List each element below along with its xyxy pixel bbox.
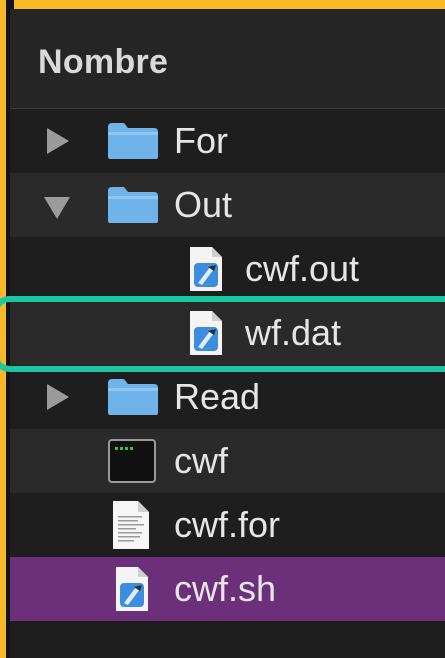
list-item-label: cwf <box>174 440 228 481</box>
list-item-label: Out <box>174 184 233 225</box>
xcode-document-icon <box>190 247 222 291</box>
list-item-file-cwf-for[interactable]: cwf.for <box>10 493 445 557</box>
list-item-folder-read[interactable]: Read <box>10 365 445 429</box>
list-item-label: cwf.out <box>245 248 360 289</box>
folder-icon <box>108 379 158 415</box>
list-empty-row <box>10 621 445 658</box>
xcode-document-icon <box>190 311 222 355</box>
text-document-icon <box>113 501 149 549</box>
terminal-executable-icon <box>108 439 156 483</box>
list-item-file-cwf-sh[interactable]: cwf.sh <box>10 557 445 621</box>
list-item-file-cwf-out[interactable]: cwf.out <box>10 237 445 301</box>
list-item-label: wf.dat <box>245 312 342 353</box>
list-item-label: For <box>174 120 228 161</box>
list-item-folder-out[interactable]: Out <box>10 173 445 237</box>
xcode-document-icon <box>116 567 148 611</box>
column-header-name[interactable]: Nombre <box>10 9 445 109</box>
list-item-label: cwf.sh <box>174 568 277 609</box>
list-item-label: cwf.for <box>174 504 281 545</box>
disclosure-triangle-right-icon[interactable] <box>47 384 69 410</box>
list-item-label: Read <box>174 376 261 417</box>
disclosure-triangle-right-icon[interactable] <box>47 128 69 154</box>
list-item-folder-for[interactable]: For <box>10 109 445 173</box>
folder-icon <box>108 123 158 159</box>
finder-list-view: Nombre For Out cwf.out wf.dat Read cwf c… <box>10 9 445 658</box>
disclosure-triangle-down-icon[interactable] <box>44 197 70 219</box>
folder-icon <box>108 187 158 223</box>
list-item-file-wf-dat[interactable]: wf.dat <box>10 301 445 365</box>
list-item-file-cwf[interactable]: cwf <box>10 429 445 493</box>
column-header-label: Nombre <box>38 43 169 81</box>
